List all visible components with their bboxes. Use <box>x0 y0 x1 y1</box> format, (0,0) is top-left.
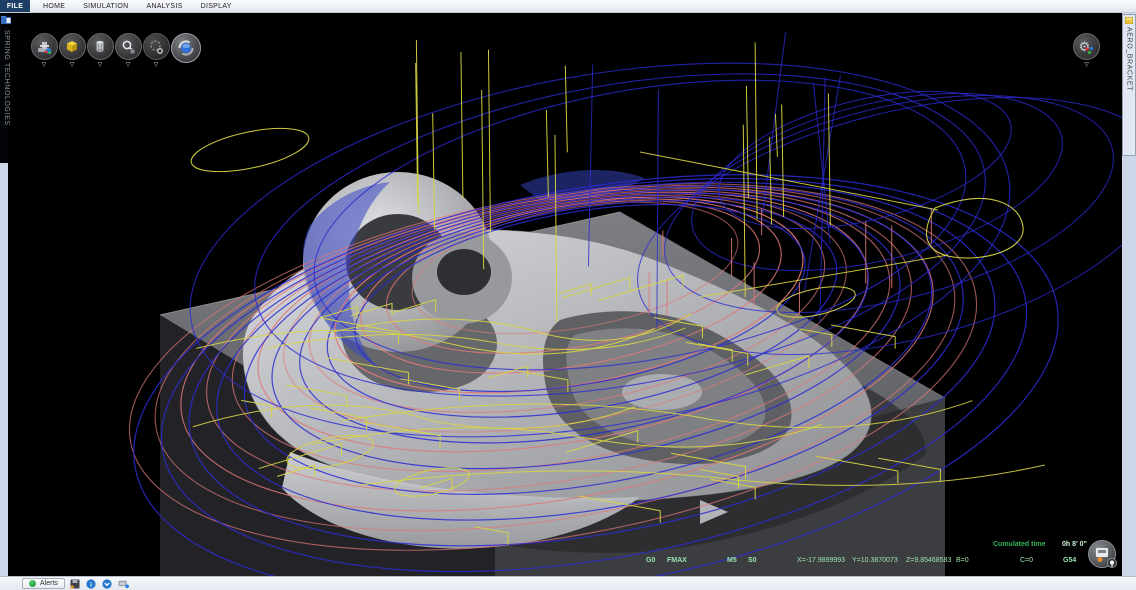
left-panel-title[interactable]: SPRING TECHNOLOGIES <box>3 30 10 126</box>
project-folder-icon[interactable] <box>1 15 12 24</box>
machine-status-button[interactable] <box>1088 540 1116 568</box>
ribbon-menubar: FILE HOME SIMULATION ANALYSIS DISPLAY <box>0 0 1136 13</box>
viewport-toolbar: ▽ ▽ <box>30 33 202 68</box>
machine-dropdown-icon[interactable]: ▽ <box>42 62 47 68</box>
machine-monitor-icon[interactable] <box>118 578 129 589</box>
status-b: B=0 <box>956 557 969 564</box>
status-offset: G54 <box>1063 557 1076 564</box>
stock-dropdown-icon[interactable]: ▽ <box>70 62 75 68</box>
simulation-mode-icon[interactable] <box>171 33 201 63</box>
save-icon[interactable] <box>70 578 81 589</box>
cumulated-time-value: 0h 8' 0" <box>1062 541 1087 548</box>
status-feedrate: FMAX <box>667 557 687 564</box>
left-dock-strip[interactable] <box>0 163 8 576</box>
tool-icon[interactable] <box>87 33 114 60</box>
viewport-toolbar-right: ⚙ ▽ <box>1073 33 1100 68</box>
tab-file[interactable]: FILE <box>0 0 30 12</box>
ncsimul-window: FILE HOME SIMULATION ANALYSIS DISPLAY SP… <box>0 0 1136 590</box>
inspect-dropdown-icon[interactable]: ▽ <box>126 62 131 68</box>
status-z: Z=9.85468583 <box>906 557 951 564</box>
status-gcode: G0 <box>646 557 655 564</box>
viewport-container: ▽ ▽ <box>8 13 1122 576</box>
viewport-3d[interactable] <box>8 13 1122 576</box>
view-settings-icon[interactable]: ⚙ <box>1073 33 1100 60</box>
info-icon[interactable]: i <box>86 578 97 589</box>
machine-icon[interactable] <box>31 33 58 60</box>
cumulated-time-label: Cumulated time <box>993 541 1046 548</box>
status-c: C=0 <box>1020 557 1033 564</box>
view-settings-dropdown-icon[interactable]: ▽ <box>1084 62 1089 68</box>
status-spindle-m: M5 <box>727 557 737 564</box>
tool-dropdown-icon[interactable]: ▽ <box>98 62 103 68</box>
alerts-label: Alerts <box>40 580 58 587</box>
status-spindle-s: S0 <box>748 557 757 564</box>
tab-display[interactable]: DISPLAY <box>192 0 241 12</box>
stock-icon[interactable] <box>59 33 86 60</box>
visibility-badge-icon <box>1107 558 1117 568</box>
alerts-status-dot <box>29 580 36 587</box>
document-tab-label: AERO_BRACKET <box>1126 27 1133 91</box>
document-tab-aero-bracket[interactable]: AERO_BRACKET <box>1122 14 1136 156</box>
tab-home[interactable]: HOME <box>34 0 74 12</box>
status-x: X=-17.9899993 <box>797 557 845 564</box>
document-icon <box>1125 17 1133 24</box>
taskbar: Alerts i <box>0 576 1136 590</box>
alerts-button[interactable]: Alerts <box>22 578 65 589</box>
clear-selection-icon[interactable] <box>143 33 170 60</box>
collapse-panel-icon[interactable] <box>102 578 113 589</box>
inspect-icon[interactable] <box>115 33 142 60</box>
clear-dropdown-icon[interactable]: ▽ <box>154 62 159 68</box>
tab-simulation[interactable]: SIMULATION <box>74 0 137 12</box>
tab-analysis[interactable]: ANALYSIS <box>137 0 191 12</box>
status-y: Y=10.3870073 <box>852 557 898 564</box>
svg-text:i: i <box>91 581 93 588</box>
